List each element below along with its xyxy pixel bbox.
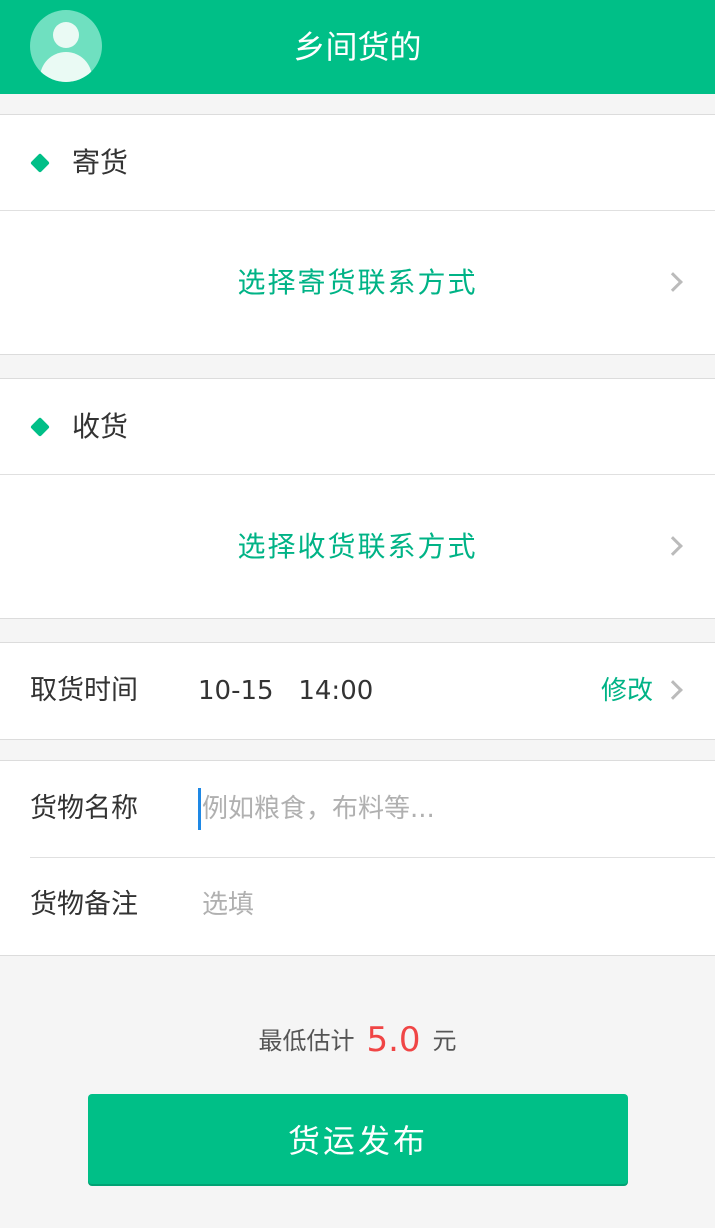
select-receiver-contact-row[interactable]: 选择收货联系方式 xyxy=(0,475,715,618)
estimate-prefix: 最低估计 xyxy=(258,1027,355,1055)
pickup-time-card: 取货时间 10-15 14:00 修改 xyxy=(0,642,715,740)
goods-name-input[interactable] xyxy=(198,781,678,837)
estimate-price: 5.0 xyxy=(366,1020,421,1060)
select-sender-contact-text: 选择寄货联系方式 xyxy=(237,266,478,299)
pickup-time-row[interactable]: 取货时间 10-15 14:00 修改 xyxy=(0,643,715,739)
goods-note-row: 货物备注 xyxy=(0,857,715,953)
app-header: 乡间货的 xyxy=(0,0,715,94)
page-title: 乡间货的 xyxy=(293,28,422,66)
select-sender-contact-row[interactable]: 选择寄货联系方式 xyxy=(0,211,715,354)
goods-card: 货物名称 货物备注 xyxy=(0,760,715,956)
pickup-time-value: 10-15 14:00 xyxy=(198,676,374,706)
goods-note-label: 货物备注 xyxy=(30,889,138,920)
estimate-unit: 元 xyxy=(432,1027,457,1055)
goods-name-label: 货物名称 xyxy=(30,793,138,824)
price-estimate: 最低估计 5.0 元 xyxy=(0,1020,715,1076)
diamond-bullet-icon xyxy=(30,153,50,173)
receiver-section-header: 收货 xyxy=(0,379,715,475)
text-caret xyxy=(198,788,201,830)
pickup-time-label: 取货时间 xyxy=(30,675,138,706)
sender-card: 寄货 选择寄货联系方式 xyxy=(0,114,715,355)
receiver-card: 收货 选择收货联系方式 xyxy=(0,378,715,619)
chevron-right-icon xyxy=(663,680,683,700)
pickup-time-edit-link[interactable]: 修改 xyxy=(601,643,653,739)
receiver-section-title: 收货 xyxy=(72,410,129,443)
goods-note-input[interactable] xyxy=(198,877,678,933)
diamond-bullet-icon xyxy=(30,417,50,437)
publish-shipment-button[interactable]: 货运发布 xyxy=(88,1094,628,1184)
sender-section-title: 寄货 xyxy=(72,146,129,179)
select-receiver-contact-text: 选择收货联系方式 xyxy=(237,530,478,563)
goods-name-row: 货物名称 xyxy=(0,761,715,857)
sender-section-header: 寄货 xyxy=(0,115,715,211)
